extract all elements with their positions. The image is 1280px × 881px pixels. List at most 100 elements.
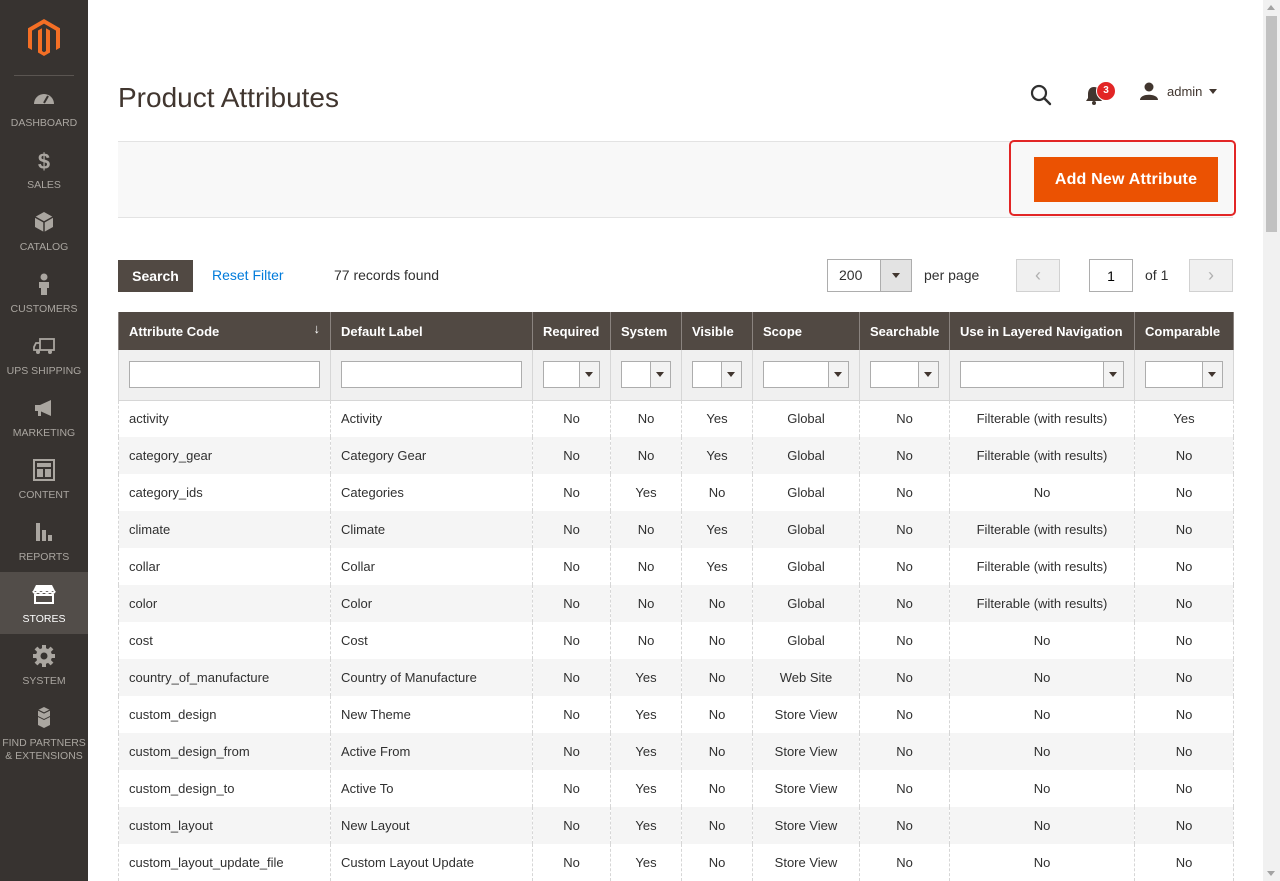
filter-select-required[interactable] <box>543 361 600 389</box>
storefront-icon <box>32 582 56 613</box>
sidebar-item-find-partners-extensions[interactable]: FIND PARTNERS & EXTENSIONS <box>0 696 88 772</box>
table-cell: country_of_manufacture <box>118 659 331 696</box>
table-row[interactable]: category_gear Category Gear No No Yes Global N… <box>118 437 1234 474</box>
table-cell: No <box>859 400 950 437</box>
column-header-comparable[interactable]: Comparable <box>1134 312 1234 350</box>
gear-icon <box>32 644 56 675</box>
table-cell: No <box>1134 548 1234 585</box>
chevron-down-icon[interactable] <box>880 260 911 291</box>
reset-filter-link[interactable]: Reset Filter <box>212 267 284 283</box>
table-cell: No <box>681 770 753 807</box>
cube-icon <box>32 210 56 241</box>
table-row[interactable]: activity Activity No No Yes Global No Filterabl… <box>118 400 1234 437</box>
filter-input-default-label[interactable] <box>341 361 522 389</box>
sidebar-item-ups-shipping[interactable]: UPS SHIPPING <box>0 324 88 386</box>
scroll-down-arrow-icon[interactable] <box>1267 871 1275 876</box>
scroll-thumb[interactable] <box>1266 16 1277 232</box>
table-cell: custom_layout <box>118 807 331 844</box>
sidebar-item-dashboard[interactable]: DASHBOARD <box>0 76 88 138</box>
admin-sidebar: DASHBOARD $ SALES CATALOG CUSTOMERS UPS SHIPP… <box>0 0 88 881</box>
table-row[interactable]: custom_layout New Layout No Yes No Store View… <box>118 807 1234 844</box>
table-row[interactable]: category_ids Categories No Yes No Global No No N… <box>118 474 1234 511</box>
filter-select-searchable[interactable] <box>870 361 939 389</box>
table-cell: cost <box>118 622 331 659</box>
column-header-label: Scope <box>763 323 803 339</box>
previous-page-button[interactable]: ‹ <box>1016 259 1060 292</box>
table-cell: custom_layout_update_file <box>118 844 331 881</box>
filter-select-visible[interactable] <box>692 361 742 389</box>
table-cell: Store View <box>752 696 860 733</box>
per-page-select[interactable]: 200 <box>827 259 912 292</box>
next-page-button[interactable]: › <box>1189 259 1233 292</box>
table-row[interactable]: country_of_manufacture Country of Manufac… <box>118 659 1234 696</box>
table-cell: No <box>859 770 950 807</box>
table-cell: No <box>949 733 1135 770</box>
column-header-label: Default Label <box>341 323 423 339</box>
column-header-required[interactable]: Required <box>532 312 611 350</box>
table-cell: No <box>610 622 682 659</box>
table-cell: Store View <box>752 770 860 807</box>
page-number-input[interactable] <box>1089 259 1133 292</box>
table-cell: No <box>859 585 950 622</box>
column-header-visible[interactable]: Visible <box>681 312 753 350</box>
column-header-default-label[interactable]: Default Label <box>330 312 533 350</box>
scroll-up-arrow-icon[interactable] <box>1267 5 1275 10</box>
sidebar-item-sales[interactable]: $ SALES <box>0 138 88 200</box>
notifications-count-badge[interactable]: 3 <box>1096 81 1116 101</box>
table-cell: Yes <box>681 511 753 548</box>
column-header-scope[interactable]: Scope <box>752 312 860 350</box>
sidebar-item-catalog[interactable]: CATALOG <box>0 200 88 262</box>
filter-select-system[interactable] <box>621 361 671 389</box>
column-header-system[interactable]: System <box>610 312 682 350</box>
add-new-attribute-button[interactable]: Add New Attribute <box>1034 157 1218 202</box>
global-search-icon[interactable] <box>1029 83 1053 107</box>
filter-select-comparable[interactable] <box>1145 361 1223 389</box>
column-header-label: System <box>621 323 668 339</box>
sidebar-item-system[interactable]: SYSTEM <box>0 634 88 696</box>
table-cell: No <box>532 659 611 696</box>
table-cell: No <box>949 474 1135 511</box>
column-header-label: Visible <box>692 323 734 339</box>
grid-search-button[interactable]: Search <box>118 260 193 292</box>
sidebar-item-marketing[interactable]: MARKETING <box>0 386 88 448</box>
filter-select-scope[interactable] <box>763 361 849 389</box>
table-cell: category_gear <box>118 437 331 474</box>
table-row[interactable]: climate Climate No No Yes Global No Filterable … <box>118 511 1234 548</box>
table-cell: Yes <box>610 807 682 844</box>
table-cell: Yes <box>610 659 682 696</box>
sidebar-item-content[interactable]: CONTENT <box>0 448 88 510</box>
table-row[interactable]: collar Collar No No Yes Global No Filterable (w… <box>118 548 1234 585</box>
table-cell: category_ids <box>118 474 331 511</box>
magento-logo[interactable] <box>14 0 74 76</box>
chevron-left-icon: ‹ <box>1035 265 1041 285</box>
sidebar-item-customers[interactable]: CUSTOMERS <box>0 262 88 324</box>
table-cell: collar <box>118 548 331 585</box>
table-row[interactable]: custom_layout_update_file Custom Layout U… <box>118 844 1234 881</box>
table-cell: No <box>532 622 611 659</box>
layout-icon <box>32 458 56 489</box>
column-header-searchable[interactable]: Searchable <box>859 312 950 350</box>
table-cell: New Layout <box>330 807 533 844</box>
table-row[interactable]: custom_design_to Active To No Yes No Store Vi… <box>118 770 1234 807</box>
table-row[interactable]: custom_design_from Active From No Yes No Stor… <box>118 733 1234 770</box>
table-cell: Filterable (with results) <box>949 548 1135 585</box>
table-cell: No <box>1134 511 1234 548</box>
column-header-use-in-layered-navigation[interactable]: Use in Layered Navigation <box>949 312 1135 350</box>
sort-arrow-icon: ↓ <box>313 321 321 336</box>
table-cell: No <box>532 585 611 622</box>
table-row[interactable]: cost Cost No No No Global No No No <box>118 622 1234 659</box>
page-scrollbar[interactable] <box>1263 0 1280 881</box>
boxes-icon <box>32 706 56 737</box>
table-row[interactable]: color Color No No No Global No Filterable (with… <box>118 585 1234 622</box>
filter-select-use-in-layered-navigation[interactable] <box>960 361 1124 389</box>
table-cell: No <box>532 474 611 511</box>
admin-user-menu[interactable]: admin <box>1139 82 1218 100</box>
table-cell: Yes <box>610 696 682 733</box>
chevron-down-icon <box>721 362 741 388</box>
sidebar-item-stores[interactable]: STORES <box>0 572 88 634</box>
table-cell: Yes <box>681 400 753 437</box>
column-header-attribute-code[interactable]: Attribute Code ↓ <box>118 312 331 350</box>
sidebar-item-reports[interactable]: REPORTS <box>0 510 88 572</box>
table-row[interactable]: custom_design New Theme No Yes No Store View N… <box>118 696 1234 733</box>
filter-input-attribute-code[interactable] <box>129 361 320 389</box>
